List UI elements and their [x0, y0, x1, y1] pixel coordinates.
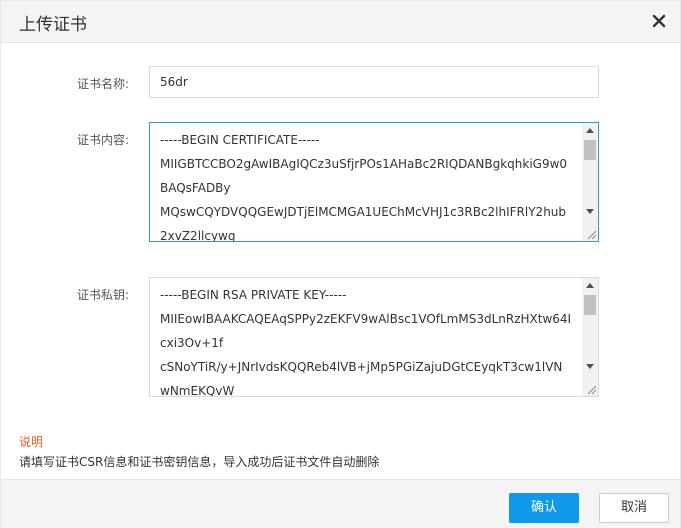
dialog-header: 上传证书 [1, 1, 680, 43]
cancel-button[interactable]: 取消 [599, 493, 669, 523]
resize-grip-icon[interactable] [585, 228, 597, 240]
certificate-content-label: 证书内容: [76, 133, 129, 147]
certificate-name-input[interactable] [149, 66, 599, 98]
note-title: 说明 [19, 435, 44, 449]
confirm-button[interactable]: 确认 [509, 493, 579, 523]
scroll-up-icon[interactable] [586, 283, 594, 288]
certificate-content-textarea[interactable]: -----BEGIN CERTIFICATE----- MIIGBTCCBO2g… [149, 122, 599, 242]
note-text: 请填写证书CSR信息和证书密钥信息，导入成功后证书文件自动删除 [19, 455, 380, 469]
scrollbar-thumb[interactable] [584, 295, 596, 315]
private-key-textarea[interactable]: -----BEGIN RSA PRIVATE KEY----- MIIEowIB… [149, 277, 599, 397]
upload-certificate-dialog: 上传证书 证书名称: 证书内容: -----BEGIN CERTIFICATE-… [0, 0, 681, 528]
scroll-down-icon[interactable] [586, 209, 594, 214]
private-key-text: -----BEGIN RSA PRIVATE KEY----- MIIEowIB… [160, 288, 572, 397]
certificate-name-label: 证书名称: [76, 77, 129, 91]
certificate-content-scrollbar[interactable] [582, 123, 598, 241]
resize-grip-icon[interactable] [585, 383, 597, 395]
scrollbar-thumb[interactable] [584, 140, 596, 160]
private-key-scrollbar[interactable] [582, 278, 598, 396]
certificate-content-text: -----BEGIN CERTIFICATE----- MIIGBTCCBO2g… [160, 133, 568, 242]
scroll-up-icon[interactable] [586, 128, 594, 133]
scroll-down-icon[interactable] [586, 364, 594, 369]
close-icon[interactable] [650, 12, 668, 30]
dialog-title: 上传证书 [19, 15, 87, 35]
dialog-footer: 确认 取消 [1, 479, 680, 528]
private-key-label: 证书私钥: [76, 288, 129, 302]
